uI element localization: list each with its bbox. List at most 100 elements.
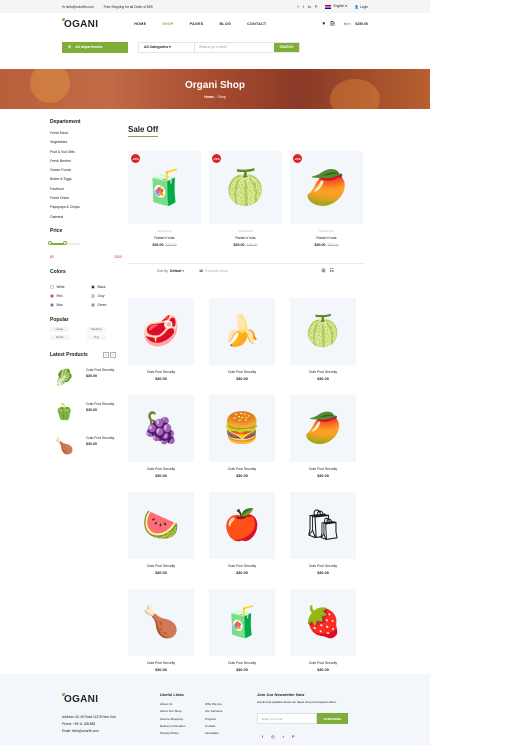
footer-link[interactable]: Secure Shopping [160, 716, 186, 723]
size-option[interactable]: Small [50, 334, 69, 340]
color-option[interactable]: White [50, 285, 91, 289]
category-select[interactable]: All Categories ▾ [139, 42, 195, 52]
pinterest-icon[interactable]: P [292, 734, 295, 739]
price-handle-max[interactable] [63, 241, 67, 246]
product-card[interactable]: 🍉 Crab Pool Security $30.00 [128, 492, 194, 589]
linkedin-icon[interactable]: in [308, 4, 311, 9]
footer-link[interactable]: Innovation [205, 730, 222, 737]
footer-link[interactable]: Delivery infomation [160, 723, 186, 730]
department-item[interactable]: Ocean Foods [50, 166, 125, 175]
grapes-icon: 🍇 [142, 412, 180, 445]
product-card[interactable]: 🍇 Crab Pool Security $30.00 [128, 395, 194, 492]
footer-link[interactable]: About Our Shop [160, 708, 186, 715]
nav-home[interactable]: HOME [134, 22, 146, 26]
nav-pages[interactable]: PAGES [190, 22, 204, 26]
search-button[interactable]: SEARCH [274, 42, 299, 52]
search-input[interactable]: What do yo u need? [195, 43, 274, 52]
footer-link[interactable]: Our Services [205, 708, 222, 715]
color-swatch [50, 303, 54, 307]
product-card[interactable]: 🧃 Crab Pool Security $30.00 [209, 589, 275, 686]
color-label: White [56, 284, 65, 289]
nav-contact[interactable]: CONTACT [247, 22, 266, 26]
product-card[interactable]: 🛍 Crab Pool Security $30.00 [290, 492, 356, 589]
footer-logo[interactable]: OGANI [62, 693, 98, 705]
language-select[interactable]: English ▾ [325, 4, 347, 9]
product-image: 🍗 [128, 589, 194, 656]
color-option[interactable]: Green [91, 303, 132, 307]
footer-link[interactable]: Contact [205, 723, 222, 730]
department-item[interactable]: Fruit & Nut Gifts [50, 148, 125, 157]
footer-link[interactable]: Projects [205, 716, 222, 723]
department-item[interactable]: Butter & Eggs [50, 175, 125, 184]
prev-arrow-icon[interactable]: ‹ [103, 351, 109, 358]
login-link[interactable]: 👤 Login [355, 5, 368, 9]
next-arrow-icon[interactable]: › [110, 351, 116, 358]
twitter-icon[interactable]: t [283, 734, 284, 739]
breadcrumb-home[interactable]: Home [204, 95, 214, 99]
twitter-icon[interactable]: t [303, 4, 304, 9]
sort-select[interactable]: Sort By Default ▾ [157, 269, 184, 273]
email-link[interactable]: ✉ hello@colorlib.com [62, 5, 94, 9]
facebook-icon[interactable]: f [297, 4, 298, 9]
flag-icon [325, 4, 332, 9]
latest-product[interactable]: 🍗 Crab Pool Security $30.00 [50, 432, 125, 460]
nav-shop[interactable]: SHOP [162, 22, 173, 26]
product-card[interactable]: 🍈 Crab Pool Security $30.00 [290, 298, 356, 395]
sale-card[interactable]: -20% 🧃 Dried Fruit Raisin'n'nuts $30.00 $36.0… [128, 151, 201, 247]
grid-view-icon[interactable]: ⊞ [321, 268, 325, 274]
instagram-icon[interactable]: ◎ [271, 734, 275, 739]
department-item[interactable]: Fresh Berries [50, 157, 125, 166]
product-card[interactable]: 🍌 Crab Pool Security $30.00 [209, 298, 275, 395]
sale-card[interactable]: -20% 🍈 Dried Fruit Raisin'n'nuts $30.00 $36.0… [209, 151, 282, 247]
pinterest-icon[interactable]: P [315, 4, 318, 9]
size-option[interactable]: Medium [87, 326, 106, 332]
departments-button[interactable]: ☰ All departments [62, 41, 128, 53]
product-card[interactable]: 🥭 Crab Pool Security $30.00 [290, 395, 356, 492]
latest-product[interactable]: 🫑 Crab Pool Security $30.00 [50, 398, 125, 426]
product-card[interactable]: 🥩 Crab Pool Security $30.00 [128, 298, 194, 395]
product-card[interactable]: 🍗 Crab Pool Security $30.00 [128, 589, 194, 686]
sidebar: Departement Fresh Meat Vegetables Fruit … [48, 119, 125, 460]
department-item[interactable]: Fresh Onion [50, 194, 125, 203]
product-image: 🍉 [128, 492, 194, 559]
cart-icon[interactable]: 🛍 [329, 21, 335, 27]
product-card[interactable]: 🍔 Crab Pool Security $30.00 [209, 395, 275, 492]
product-image: 🍇 [128, 395, 194, 462]
product-price: $30.00 [236, 474, 248, 478]
price-min: $0 [50, 254, 54, 259]
sale-price: $30.00 $36.00 [290, 243, 363, 247]
colors-heading: Colors [50, 268, 66, 275]
color-option[interactable]: Gray [91, 294, 132, 298]
sale-card[interactable]: -20% 🥭 Dried Fruit Raisin'n'nuts $30.00 $36.0… [290, 151, 363, 247]
heart-icon[interactable]: ♥ [322, 21, 325, 27]
subscribe-button[interactable]: SUBSCRIBE [317, 713, 348, 724]
color-option[interactable]: Red [50, 294, 91, 298]
product-card[interactable]: 🍎 Crab Pool Security $30.00 [209, 492, 275, 589]
latest-product[interactable]: 🥬 Crab Pool Security $30.00 [50, 364, 125, 392]
discount-badge: -20% [293, 154, 302, 163]
department-item[interactable]: Fresh Meat [50, 129, 125, 138]
color-option[interactable]: Black [91, 285, 132, 289]
footer-link[interactable]: Who We Are [205, 701, 222, 708]
nav-blog[interactable]: BLOG [219, 22, 231, 26]
department-item[interactable]: Papayaya & Crisps [50, 203, 125, 212]
facebook-icon[interactable]: f [262, 734, 263, 739]
product-price: $30.00 [155, 571, 167, 575]
department-item[interactable]: Vegetables [50, 138, 125, 147]
fruit-basket-icon: 🍓 [304, 606, 342, 639]
footer-link[interactable]: About Us [160, 701, 186, 708]
department-item[interactable]: Oatmeal [50, 213, 125, 222]
list-view-icon[interactable]: ☷ [330, 268, 334, 274]
footer-link[interactable]: Privacy Policy [160, 730, 186, 737]
price-max: $100 [114, 254, 122, 259]
color-option[interactable]: Blue [50, 303, 91, 307]
product-card[interactable]: 🍓 Crab Pool Security $30.00 [290, 589, 356, 686]
price-slider[interactable] [48, 241, 80, 246]
newsletter-input[interactable]: Enter your mail [257, 713, 317, 724]
logo[interactable]: OGANI [62, 17, 98, 30]
header: OGANI HOME SHOP PAGES BLOG CONTACT ♥ 🛍 i… [0, 13, 430, 35]
guava-icon: 🍈 [224, 168, 267, 207]
size-option[interactable]: Tiny [87, 334, 106, 340]
department-item[interactable]: Fastfood [50, 185, 125, 194]
size-option[interactable]: Large [50, 326, 69, 332]
